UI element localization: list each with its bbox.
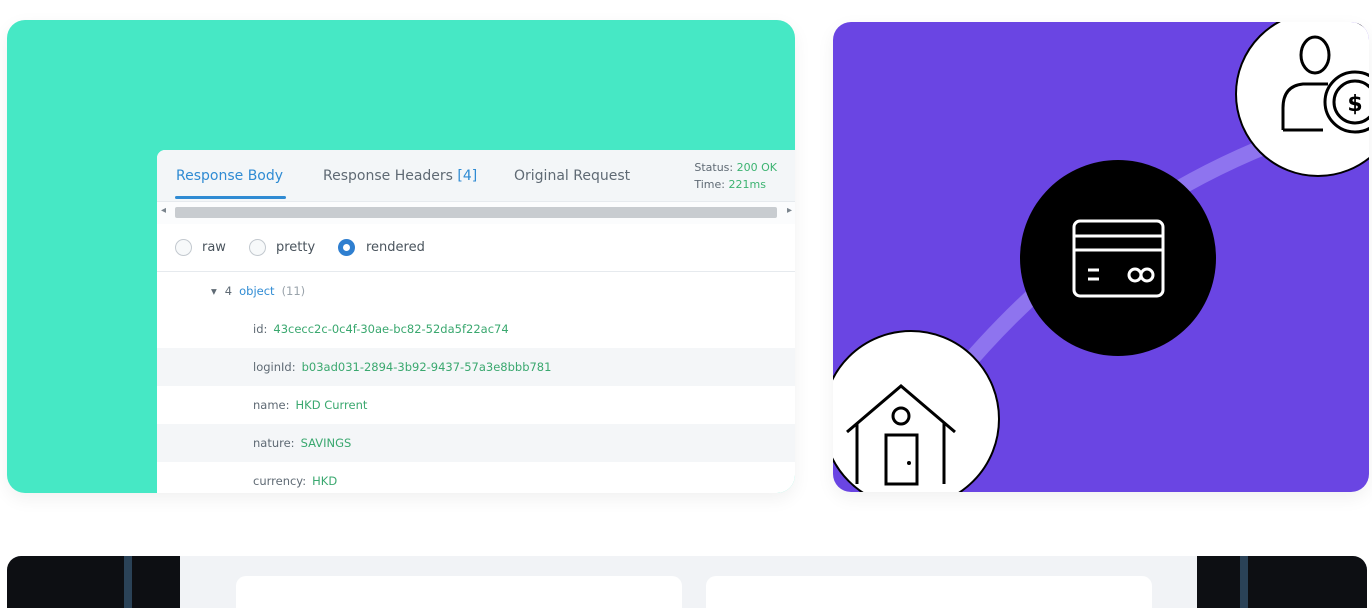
field-key: nature: — [253, 436, 295, 450]
credit-card-icon — [1020, 160, 1216, 356]
field-key: id: — [253, 322, 268, 336]
tab-response-headers[interactable]: Response Headers [4] — [323, 168, 477, 184]
status-value: 200 OK — [736, 161, 777, 174]
field-value: b03ad031-2894-3b92-9437-57a3e8bbb781 — [301, 360, 552, 374]
radio-pretty[interactable] — [249, 239, 266, 256]
radio-rendered[interactable] — [338, 239, 355, 256]
tree-field-row: currency: HKD — [157, 462, 795, 493]
stripe-left — [124, 556, 132, 608]
field-value: SAVINGS — [300, 436, 352, 450]
tree-field-row: nature: SAVINGS — [157, 424, 795, 462]
field-key: name: — [253, 398, 290, 412]
dark-panel-right — [1197, 556, 1367, 608]
tree-node-object[interactable]: ▾ 4 object (11) — [157, 272, 795, 310]
svg-text:$: $ — [1347, 92, 1362, 117]
tab-original-request[interactable]: Original Request — [514, 168, 630, 184]
radio-rendered-label[interactable]: rendered — [366, 240, 425, 255]
tree-field-row: name: HKD Current — [157, 386, 795, 424]
view-mode-selector: raw pretty rendered — [157, 224, 795, 272]
expand-toggle-icon[interactable]: ▾ — [211, 284, 217, 298]
stripe-right — [1240, 556, 1248, 608]
tab-response-body[interactable]: Response Body — [176, 168, 283, 184]
response-panel: Response Body Response Headers [4] Origi… — [157, 150, 795, 493]
tree-count: (11) — [281, 284, 306, 298]
next-row-preview — [7, 556, 1367, 608]
tree-index: 4 — [224, 284, 233, 298]
payment-flow-illustration: $ — [833, 22, 1369, 492]
field-key: loginId: — [253, 360, 296, 374]
field-value: HKD — [312, 474, 338, 488]
preview-card-left — [236, 576, 682, 608]
headers-count-badge: [4] — [457, 168, 478, 184]
field-value: HKD Current — [295, 398, 368, 412]
field-key: currency: — [253, 474, 307, 488]
page: Response Body Response Headers [4] Origi… — [0, 0, 1372, 608]
response-status: Status: 200 OK Time: 221ms — [694, 159, 777, 193]
dark-panel-left — [7, 556, 180, 608]
payment-flow-card: $ — [833, 22, 1369, 492]
radio-pretty-label[interactable]: pretty — [276, 240, 315, 255]
status-label: Status: — [694, 161, 734, 174]
scroll-right-icon[interactable]: ▸ — [787, 205, 792, 216]
tree-field-row: loginId: b03ad031-2894-3b92-9437-57a3e8b… — [157, 348, 795, 386]
time-label: Time: — [694, 178, 725, 191]
tree-field-row: id: 43cecc2c-0c4f-30ae-bc82-52da5f22ac74 — [157, 310, 795, 348]
radio-raw-label[interactable]: raw — [202, 240, 226, 255]
radio-raw[interactable] — [175, 239, 192, 256]
scrollbar-thumb[interactable] — [175, 207, 777, 218]
field-value: 43cecc2c-0c4f-30ae-bc82-52da5f22ac74 — [273, 322, 509, 336]
active-tab-indicator — [175, 196, 286, 199]
horizontal-scrollbar[interactable]: ◂ ▸ — [157, 202, 795, 224]
tree-type: object — [239, 284, 275, 298]
time-value: 221ms — [728, 178, 766, 191]
api-response-card: Response Body Response Headers [4] Origi… — [7, 20, 795, 493]
tab-response-headers-label: Response Headers — [323, 168, 453, 184]
scroll-left-icon[interactable]: ◂ — [161, 205, 166, 216]
response-tabs: Response Body Response Headers [4] Origi… — [157, 150, 795, 202]
preview-card-right — [706, 576, 1152, 608]
